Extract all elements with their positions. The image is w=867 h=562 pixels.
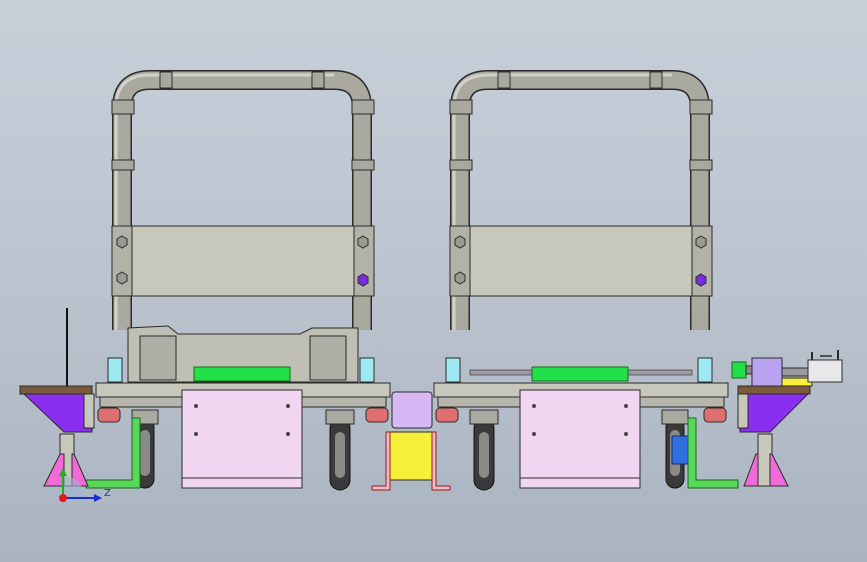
right-drive-motor[interactable]: [731, 350, 843, 387]
right-cart-wheel-left: [469, 409, 499, 491]
left-side-bracket[interactable]: [19, 308, 95, 487]
right-cart-violet-bolt: [695, 273, 707, 287]
cad-scene: [19, 70, 843, 502]
axis-z-label: Z: [104, 488, 111, 499]
right-cart-pink-panel: [519, 389, 641, 489]
right-cart-back-panel: [449, 225, 713, 297]
cad-viewport[interactable]: Z: [0, 0, 867, 562]
left-cart-wheel-right: [325, 409, 355, 491]
right-cart-green-strip: [531, 366, 629, 382]
left-cart-frame[interactable]: [85, 70, 391, 491]
center-yellow-box[interactable]: [371, 431, 451, 491]
left-cart-green-strip: [193, 366, 291, 382]
left-cart-violet-bolt: [357, 273, 369, 287]
left-cart-pink-panel: [181, 389, 303, 489]
left-cart-back-panel: [111, 225, 375, 297]
axis-x-dot: [59, 494, 67, 502]
center-lavender-box[interactable]: [391, 391, 433, 429]
right-side-bracket[interactable]: [737, 385, 811, 487]
right-cart-frame[interactable]: [433, 70, 739, 491]
right-cart-blue-motor: [671, 435, 691, 465]
